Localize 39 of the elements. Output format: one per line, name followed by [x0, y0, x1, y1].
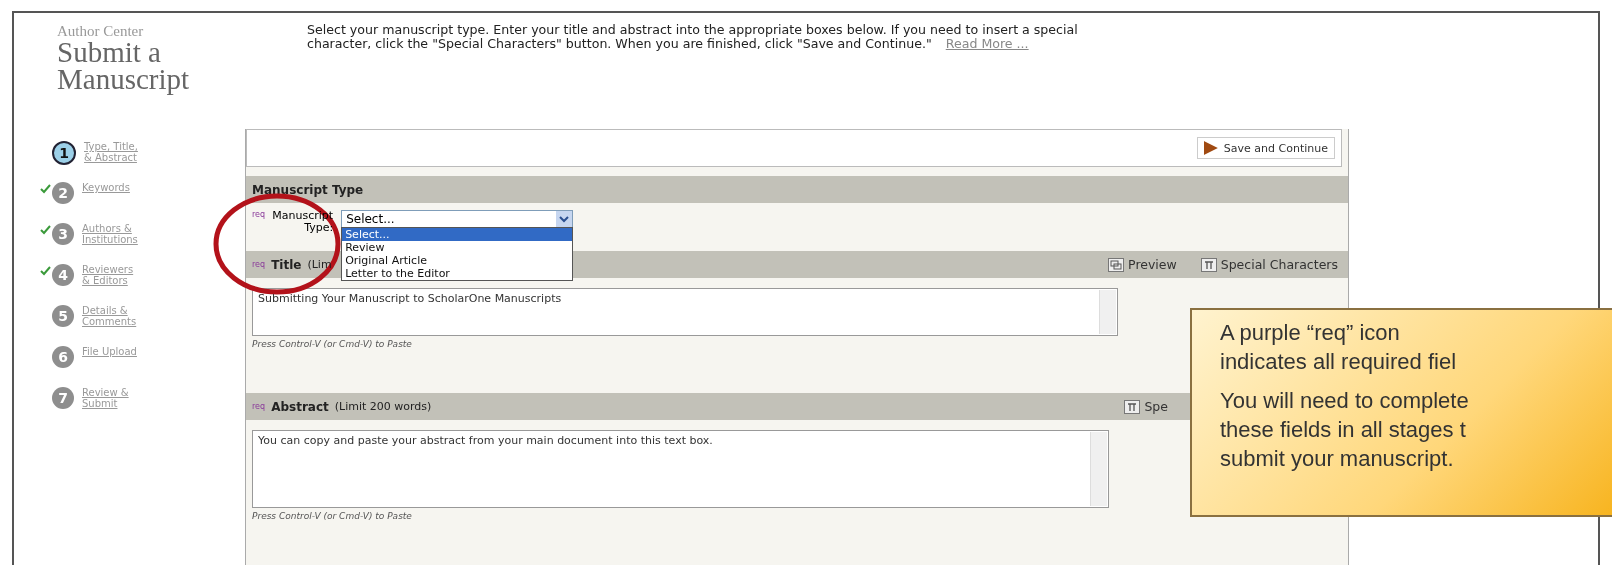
required-tag: req: [252, 260, 266, 269]
limit-note: (Limit 200 words): [334, 400, 432, 413]
scrollbar: [1099, 290, 1116, 334]
dropdown-option[interactable]: Letter to the Editor: [342, 267, 573, 280]
abstract-textarea[interactable]: You can copy and paste your abstract from your main document into this text box.: [252, 430, 1109, 508]
step-number: 5: [52, 305, 74, 327]
step-number: 2: [52, 182, 74, 204]
section-heading: Manuscript Type: [252, 182, 364, 197]
required-tag: req: [252, 402, 266, 411]
section-label: Author Center: [57, 23, 145, 39]
special-characters-button[interactable]: Special Characters: [1196, 257, 1342, 272]
step-number: 1: [52, 141, 76, 165]
required-tag: req: [252, 210, 266, 219]
save-continue-button[interactable]: Save and Continue: [1196, 137, 1335, 159]
character-icon: [1200, 257, 1217, 272]
special-characters-button[interactable]: Spe: [1120, 399, 1172, 414]
step-number: 7: [52, 387, 74, 409]
section-heading: Title: [271, 257, 302, 272]
paste-hint: Press Control-V (or Cmd-V) to Paste: [252, 339, 412, 349]
step-number: 3: [52, 223, 74, 245]
read-more-link[interactable]: Read More ...: [945, 36, 1029, 51]
dropdown-option[interactable]: Original Article: [342, 254, 573, 267]
dropdown-option[interactable]: Review: [342, 241, 573, 254]
title-textarea[interactable]: Submitting Your Manuscript to ScholarOne Manuscripts: [252, 288, 1118, 336]
character-icon: [1124, 399, 1141, 414]
step-number: 6: [52, 346, 74, 368]
paste-hint: Press Control-V (or Cmd-V) to Paste: [252, 511, 412, 521]
callout-text: A purple “req” icon indicates all required fiel: [1220, 319, 1458, 376]
play-icon: [1203, 141, 1218, 155]
dropdown-option[interactable]: Select...: [342, 228, 573, 241]
step-number: 4: [52, 264, 74, 286]
window-icon: [1108, 257, 1125, 272]
callout-text: You will need to complete these fields in all stages t submit your manuscript.: [1220, 387, 1470, 473]
instructions-text: Select your manuscript type. Enter your title and abstract into the appropriate boxes below. If you need to insert a special character, click the "Special Characters" button. When you are finished, click "Save and Continue." Read More ...: [307, 23, 1079, 53]
chevron-down-icon: [556, 211, 573, 227]
manuscript-type-dropdown[interactable]: Select...: [341, 210, 574, 228]
section-heading: Abstract: [271, 399, 329, 414]
page-title: Submit a Manuscript: [57, 39, 191, 93]
preview-button[interactable]: Preview: [1104, 257, 1181, 272]
